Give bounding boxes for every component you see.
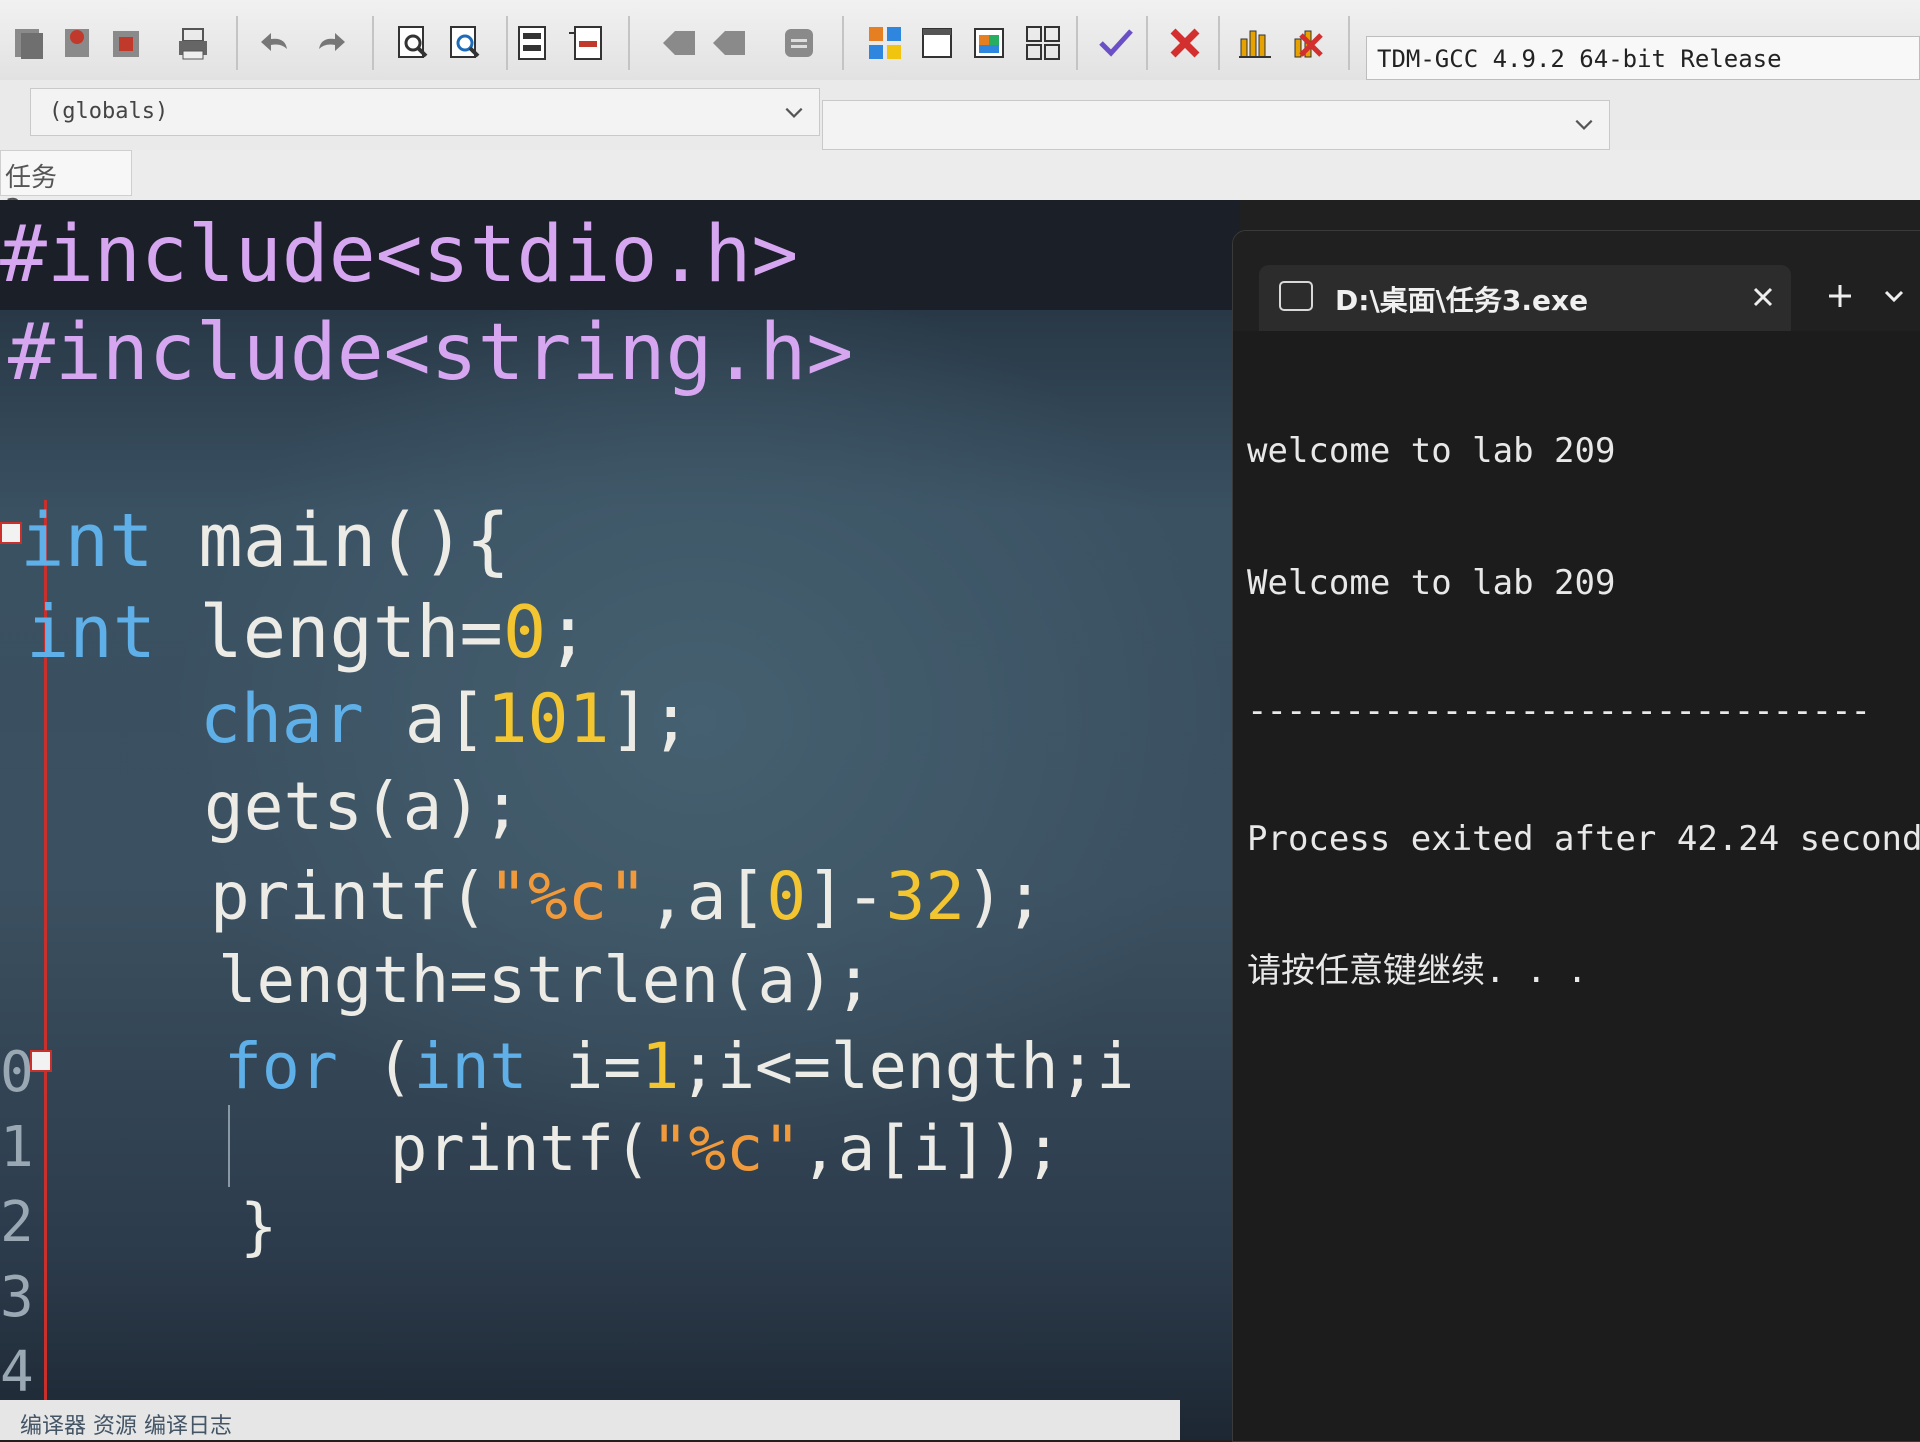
redo-icon[interactable] (306, 20, 352, 66)
chart-icon[interactable] (1232, 20, 1278, 66)
code-token: i= (527, 1030, 642, 1103)
code-token: "%c" (651, 1112, 801, 1185)
globals-select-value: (globals) (49, 99, 169, 124)
code-token: 0 (502, 590, 547, 674)
code-token: 1 (641, 1030, 680, 1103)
code-token: ); (965, 858, 1045, 935)
code-token: for (224, 1030, 338, 1103)
line-number: 2 (0, 1190, 34, 1255)
compile-run-icon[interactable] (966, 20, 1012, 66)
chevron-down-icon[interactable] (1881, 283, 1907, 309)
syntax-check-icon[interactable] (1092, 20, 1138, 66)
code-line: printf("%c",a[i]); (390, 1112, 1062, 1185)
console-tab[interactable]: D:\桌面\任务3.exe (1259, 265, 1791, 331)
console-continue-prompt: 请按任意键继续. . . (1247, 951, 1588, 991)
chevron-down-icon (785, 107, 803, 118)
code-token: "%c" (488, 858, 648, 935)
code-line: char a[101]; (200, 680, 691, 759)
bottom-panel-tabs[interactable]: 编译器 资源 编译日志 (0, 1400, 1180, 1440)
replace-icon[interactable] (442, 20, 488, 66)
terminal-icon (1279, 281, 1313, 311)
new-file-icon[interactable] (6, 20, 52, 66)
code-line: #include<string.h> (8, 308, 853, 398)
compiler-select-value: TDM-GCC 4.9.2 64-bit Release (1377, 45, 1782, 73)
rebuild-icon[interactable] (1020, 20, 1066, 66)
code-token: #include<string.h> (8, 308, 854, 398)
code-line: int main(){ (20, 498, 510, 584)
undo-icon[interactable] (254, 20, 300, 66)
line-number: 1 (0, 1115, 34, 1180)
code-token: } (240, 1190, 278, 1263)
goto-icon[interactable] (656, 20, 702, 66)
code-token: 32 (885, 858, 966, 935)
code-token: ,a[i]); (800, 1112, 1062, 1185)
plus-icon[interactable] (1825, 281, 1855, 311)
code-token: ( (337, 1030, 414, 1103)
save-icon[interactable] (54, 20, 100, 66)
code-line: #include<stdio.h> (0, 210, 798, 300)
console-line: welcome to lab 209 (1247, 431, 1616, 471)
stop-icon[interactable] (1162, 20, 1208, 66)
toolbar: TDM-GCC 4.9.2 64-bit Release (0, 0, 1920, 81)
code-token: length=strlen(a); (218, 944, 874, 1018)
run-icon[interactable] (914, 20, 960, 66)
code-token: int (20, 498, 154, 584)
console-separator: -------------------------------- (1247, 691, 1871, 731)
console-line: Welcome to lab 209 (1247, 563, 1616, 603)
code-token: a[ (363, 680, 487, 759)
code-token: 0 (766, 858, 807, 935)
line-number: 4 (0, 1340, 34, 1405)
console-tab-strip: D:\桌面\任务3.exe (1233, 231, 1920, 331)
code-token: char (200, 680, 364, 759)
editor-tab-bar: 任务3.cpp (0, 150, 1920, 224)
code-line: length=strlen(a); (218, 944, 873, 1018)
code-token: printf( (390, 1112, 652, 1185)
globals-select[interactable]: (globals) (30, 88, 820, 136)
chevron-down-icon (1575, 119, 1593, 130)
scope-bar: (globals) (0, 80, 1920, 151)
code-line: for (int i=1;i<=length;i (224, 1030, 1134, 1103)
code-token: gets(a); (204, 768, 522, 845)
code-token: ]- (806, 858, 886, 935)
code-line: } (240, 1190, 277, 1263)
find-icon[interactable] (390, 20, 436, 66)
console-exit-message: Process exited after 42.24 seconds (1247, 819, 1920, 859)
code-token: int (26, 590, 157, 674)
code-editor[interactable]: 0 1 2 3 4 #include<stdio.h> #include<str… (0, 200, 1240, 1440)
code-line: int length=0; (26, 590, 590, 674)
comment-icon[interactable] (776, 20, 822, 66)
code-token: ]; (609, 680, 692, 759)
code-token: ; (546, 590, 590, 674)
line-number: 3 (0, 1265, 34, 1330)
print-icon[interactable] (170, 20, 216, 66)
line-number: 0 (0, 1040, 34, 1105)
code-token: #include<stdio.h> (0, 210, 799, 300)
console-output: welcome to lab 209 Welcome to lab 209 --… (1247, 341, 1920, 1081)
code-token: 101 (486, 680, 610, 759)
console-window[interactable]: D:\桌面\任务3.exe welcome to lab 209 Welcome… (1232, 230, 1920, 1442)
file-tab[interactable]: 任务3.cpp (0, 150, 132, 224)
code-token: ;i<=length;i (679, 1030, 1135, 1103)
save-all-icon[interactable] (104, 20, 150, 66)
compiler-select[interactable]: TDM-GCC 4.9.2 64-bit Release (1366, 36, 1920, 80)
code-token: ,a[ (647, 858, 767, 935)
fold-marker[interactable] (0, 522, 22, 544)
bottom-panel-tabs-label: 编译器 资源 编译日志 (20, 1414, 232, 1439)
code-token: int (413, 1030, 528, 1103)
profile-stop-icon[interactable] (1284, 20, 1330, 66)
code-token: length= (156, 590, 503, 674)
fold-marker[interactable] (30, 1050, 52, 1072)
indent-icon[interactable] (510, 20, 556, 66)
members-select[interactable] (822, 100, 1610, 150)
code-token: printf( (210, 858, 489, 935)
compile-icon[interactable] (862, 20, 908, 66)
indent-guide (228, 1105, 230, 1187)
code-token: main(){ (153, 498, 511, 584)
bookmark-icon[interactable] (706, 20, 752, 66)
close-icon[interactable] (1749, 283, 1777, 311)
console-tab-title: D:\桌面\任务3.exe (1335, 284, 1589, 317)
unindent-icon[interactable] (562, 20, 608, 66)
code-line: gets(a); (204, 768, 522, 845)
code-line: printf("%c",a[0]-32); (210, 858, 1045, 935)
